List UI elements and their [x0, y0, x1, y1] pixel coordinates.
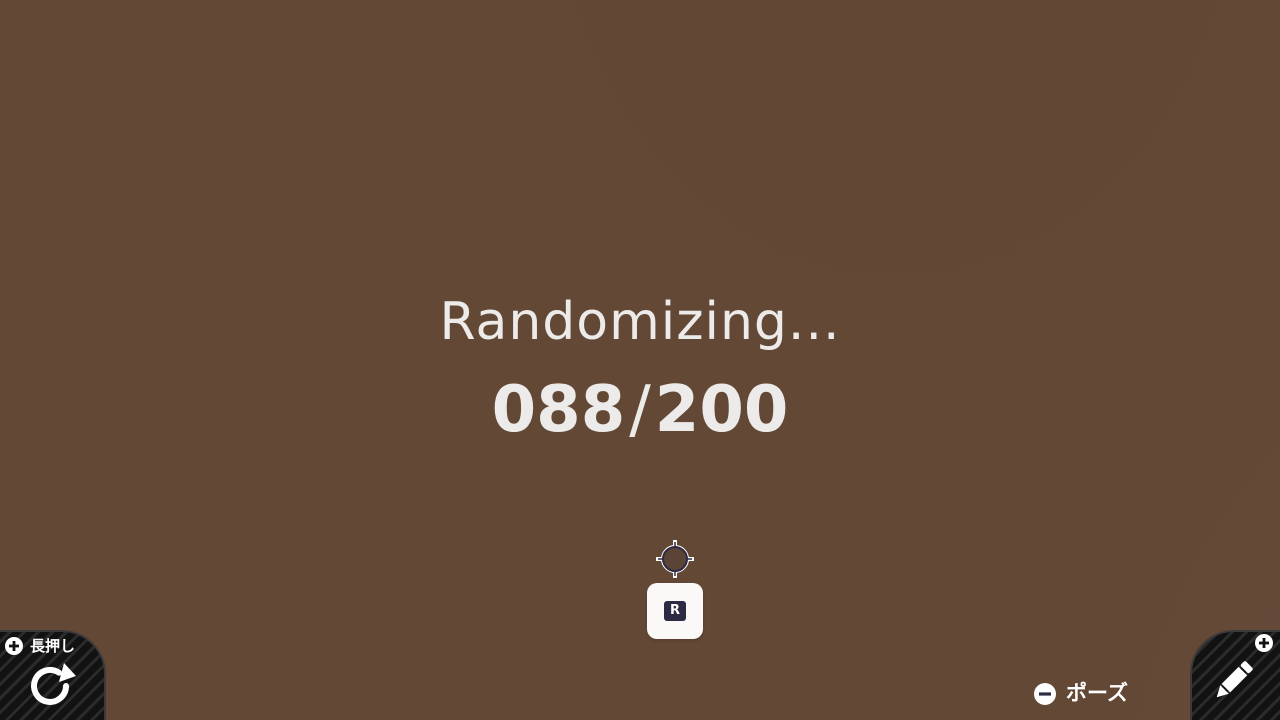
pause-label: ポーズ: [1066, 681, 1128, 705]
refresh-icon[interactable]: [26, 662, 78, 710]
progress-counter: 088/200: [0, 372, 1280, 448]
crosshair-icon[interactable]: [656, 540, 694, 578]
hold-hint-label: 長押し: [30, 637, 76, 655]
pencil-icon[interactable]: [1208, 656, 1258, 706]
progress-current: 088: [491, 373, 626, 447]
status-text: Randomizing...: [439, 292, 841, 352]
minus-circle-icon: [1034, 683, 1056, 705]
r-button-tile[interactable]: R: [647, 583, 703, 639]
r-button-label: R: [664, 601, 686, 621]
plus-circle-icon: [5, 637, 23, 655]
progress-separator: /: [629, 373, 651, 447]
pause-button[interactable]: ポーズ: [1034, 678, 1174, 708]
plus-circle-icon: [1255, 634, 1273, 652]
background: [0, 0, 1280, 720]
progress-total: 200: [654, 373, 789, 447]
